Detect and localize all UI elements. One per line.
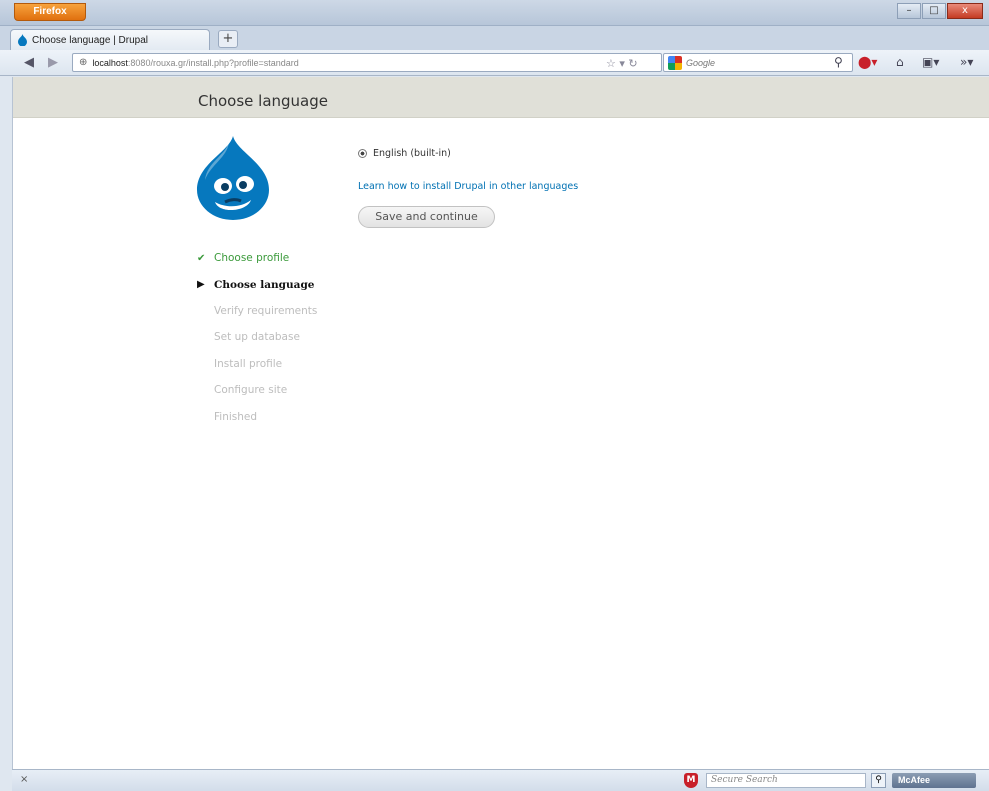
mcafee-label: McAfee [898, 775, 931, 785]
page-header: Choose language [13, 77, 989, 118]
url-path: :8080/rouxa.gr/install.php?profile=stand… [127, 57, 299, 68]
step-label: Finished [214, 410, 258, 423]
step-label: Install profile [214, 357, 283, 370]
tab-strip: Choose language | Drupal + [0, 26, 989, 50]
tab-title: Choose language | Drupal [32, 34, 149, 46]
secure-search-button[interactable]: ⚲ [871, 773, 886, 788]
browser-window: Firefox – □ x Choose language | Drupal +… [0, 0, 989, 791]
addon-icon[interactable]: ⬤▾ [858, 55, 877, 69]
step-install-profile: Install profile [197, 351, 317, 377]
step-configure-site: Configure site [197, 377, 317, 403]
bookmark-star-icon[interactable]: ☆ ▾ ↻ [606, 57, 638, 70]
step-finished: Finished [197, 403, 317, 429]
status-bar: × M Secure Search ⚲ McAfee [12, 769, 989, 791]
google-icon[interactable] [668, 55, 682, 70]
learn-install-languages-link[interactable]: Learn how to install Drupal in other lan… [358, 181, 578, 192]
home-icon[interactable]: ⌂ [896, 55, 904, 69]
checkmark-icon: ✔ [197, 252, 206, 264]
firefox-menu-button[interactable]: Firefox [14, 3, 86, 21]
mcafee-shield-icon: M [684, 773, 698, 788]
new-tab-button[interactable]: + [218, 30, 238, 48]
tab-drupal[interactable]: Choose language | Drupal [10, 29, 210, 50]
language-option-label: English (built-in) [373, 148, 451, 159]
url-bar[interactable]: ⊕ localhost:8080/rouxa.gr/install.php?pr… [72, 53, 662, 72]
step-choose-profile: ✔ Choose profile [197, 245, 317, 271]
maximize-button[interactable]: □ [922, 3, 946, 19]
step-label: Choose language [214, 278, 315, 291]
search-input[interactable]: Google [663, 53, 853, 72]
site-identity-icon[interactable]: ⊕ [79, 57, 87, 68]
title-bar: Firefox – □ x [0, 0, 989, 26]
arrow-right-icon: ▶ [197, 279, 205, 291]
language-option[interactable]: English (built-in) [358, 148, 451, 159]
bookmarks-menu-icon[interactable]: ▣▾ [922, 55, 939, 69]
secure-search-input[interactable]: Secure Search [706, 773, 866, 788]
url-host: localhost [92, 57, 128, 68]
drupal-logo-icon [197, 136, 269, 220]
search-icon[interactable]: ⚲ [834, 55, 843, 69]
install-steps: ✔ Choose profile ▶ Choose language Verif… [197, 245, 317, 430]
page-content: Choose language ✔ Choose profile ▶ Choos… [12, 77, 989, 769]
forward-icon[interactable]: ▶ [48, 55, 58, 70]
drupal-favicon-icon [18, 34, 27, 46]
back-icon[interactable]: ◀ [24, 55, 34, 70]
step-label: Configure site [214, 384, 288, 397]
close-window-button[interactable]: x [947, 3, 983, 19]
step-verify-requirements: Verify requirements [197, 298, 317, 324]
step-set-up-database: Set up database [197, 324, 317, 350]
language-radio[interactable] [358, 149, 367, 158]
window-controls: – □ x [897, 3, 983, 19]
save-and-continue-button[interactable]: Save and continue [358, 206, 495, 228]
mcafee-button[interactable]: McAfee [892, 773, 976, 788]
search-placeholder: Google [686, 57, 716, 68]
step-label: Set up database [214, 331, 300, 344]
step-label: Verify requirements [214, 304, 318, 317]
step-choose-language: ▶ Choose language [197, 271, 317, 297]
close-addon-bar-icon[interactable]: × [20, 774, 28, 785]
overflow-icon[interactable]: »▾ [960, 55, 973, 69]
page-title: Choose language [198, 92, 328, 110]
minimize-button[interactable]: – [897, 3, 921, 19]
step-label: Choose profile [214, 252, 290, 265]
